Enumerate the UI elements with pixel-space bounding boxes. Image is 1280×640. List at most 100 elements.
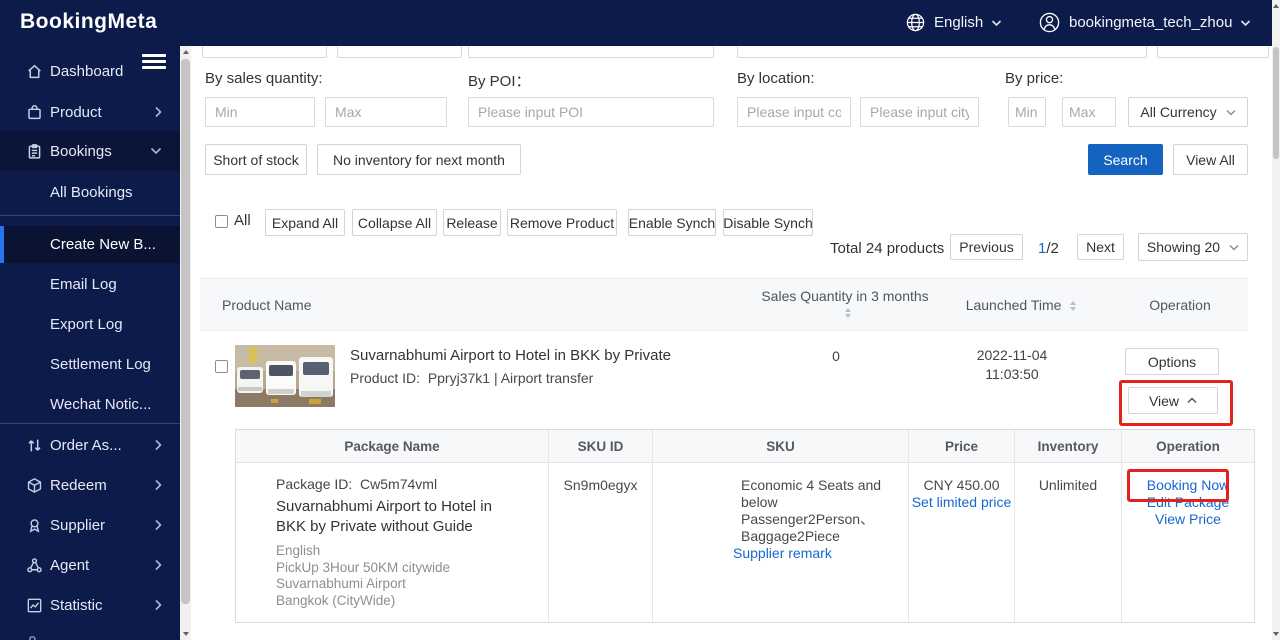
cutoff-input[interactable] <box>337 46 462 58</box>
price-filter-label: By price: <box>1005 70 1063 87</box>
country-input[interactable] <box>737 97 851 127</box>
sidebar-item-supplier[interactable]: Supplier <box>0 509 180 541</box>
home-icon <box>26 63 43 80</box>
medal-icon <box>26 517 43 534</box>
sort-icon[interactable] <box>1070 301 1076 311</box>
search-button[interactable]: Search <box>1088 144 1163 175</box>
chevron-down-icon <box>1229 244 1239 251</box>
no-inventory-button[interactable]: No inventory for next month <box>317 144 521 175</box>
supplier-remark-link[interactable]: Supplier remark <box>733 545 906 562</box>
sidebar-item-order-assistant[interactable]: Order As... <box>0 429 180 461</box>
col-sku-id: SKU ID <box>548 430 652 462</box>
operation-cell: Booking Now Edit Package View Price <box>1121 463 1254 622</box>
sidebar-item-product[interactable]: Product <box>0 96 180 128</box>
sidebar-collapse-icon[interactable] <box>142 54 166 70</box>
price-min-input[interactable] <box>1008 97 1046 127</box>
enable-synch-button[interactable]: Enable Synch <box>628 209 716 236</box>
col-price: Price <box>908 430 1014 462</box>
disable-synch-button[interactable]: Disable Synch <box>723 209 813 236</box>
scroll-down-icon[interactable] <box>1272 629 1280 639</box>
city-input[interactable] <box>860 97 979 127</box>
scrollbar-thumb[interactable] <box>181 59 190 604</box>
sku-desc: Passenger2Person、 <box>741 511 906 528</box>
sidebar-item-agent[interactable]: Agent <box>0 549 180 581</box>
package-title: Suvarnabhumi Airport to Hotel in BKK by … <box>276 497 516 537</box>
remove-product-button[interactable]: Remove Product <box>507 209 617 236</box>
poi-input[interactable] <box>468 97 714 127</box>
app-window: BookingMeta English bookingmeta_tec <box>0 0 1280 640</box>
package-table-row: Package ID: Cw5m74vml Suvarnabhumi Airpo… <box>236 463 1254 622</box>
cutoff-input[interactable] <box>468 46 714 58</box>
options-button[interactable]: Options <box>1125 348 1219 375</box>
cutoff-input[interactable] <box>1157 46 1269 58</box>
sidebar-item-bookings[interactable]: Bookings <box>0 131 180 171</box>
select-all-checkbox[interactable] <box>215 215 228 228</box>
sidebar-item-export-log[interactable]: Export Log <box>0 308 180 340</box>
set-limited-price-link[interactable]: Set limited price <box>909 494 1014 511</box>
scrollbar-thumb[interactable] <box>1273 47 1279 159</box>
page-scrollbar[interactable] <box>1272 0 1280 640</box>
sidebar-item-redeem[interactable]: Redeem <box>0 469 180 501</box>
globe-icon <box>905 12 926 33</box>
col-sku: SKU <box>652 430 908 462</box>
release-button[interactable]: Release <box>443 209 501 236</box>
collapse-all-button[interactable]: Collapse All <box>352 209 437 236</box>
product-table-header: Product Name Sales Quantity in 3 months … <box>200 278 1248 331</box>
person-gear-icon <box>26 634 43 640</box>
product-title: Suvarnabhumi Airport to Hotel in BKK by … <box>350 347 671 364</box>
package-pickup: PickUp 3Hour 50KM citywide <box>276 560 538 577</box>
page-size-select[interactable]: Showing 20 <box>1138 233 1248 261</box>
sidebar-item-email-log[interactable]: Email Log <box>0 268 180 300</box>
booking-now-link[interactable]: Booking Now <box>1122 477 1254 494</box>
package-table: Package Name SKU ID SKU Price Inventory … <box>235 429 1255 623</box>
sidebar-item-wechat-notice[interactable]: Wechat Notic... <box>0 388 180 420</box>
chevron-right-icon <box>154 559 162 571</box>
product-row-checkbox[interactable] <box>215 360 228 373</box>
col-launched-time[interactable]: Launched Time <box>930 297 1112 313</box>
col-operation: Operation <box>1112 297 1248 313</box>
brand-logo-text: BookingMeta <box>20 10 157 33</box>
view-toggle-button[interactable]: View <box>1128 387 1218 414</box>
scroll-up-icon[interactable] <box>180 47 191 57</box>
package-language: English <box>276 543 538 560</box>
expand-all-button[interactable]: Expand All <box>265 209 345 236</box>
sidebar-item-create-new-booking[interactable]: Create New B... <box>0 226 180 263</box>
network-icon <box>26 557 43 574</box>
previous-page-button[interactable]: Previous <box>950 234 1023 260</box>
scroll-down-icon[interactable] <box>180 629 191 639</box>
sidebar-item-statistic[interactable]: Statistic <box>0 589 180 621</box>
sales-min-input[interactable] <box>205 97 315 127</box>
language-switcher[interactable]: English <box>905 12 1002 33</box>
sales-quantity-value: 0 <box>746 348 926 364</box>
sidebar-item-all-bookings[interactable]: All Bookings <box>0 176 180 208</box>
content-scrollbar[interactable] <box>180 46 191 640</box>
short-of-stock-button[interactable]: Short of stock <box>205 144 307 175</box>
poi-filter-label: By POI： <box>468 70 531 91</box>
cutoff-input[interactable] <box>737 46 1147 58</box>
swap-arrows-icon <box>26 437 43 454</box>
sort-icon[interactable] <box>845 308 851 318</box>
view-all-button[interactable]: View All <box>1173 144 1248 175</box>
sidebar-nav: Dashboard Product Bookings All Bookings <box>0 46 180 640</box>
view-price-link[interactable]: View Price <box>1122 511 1254 528</box>
sidebar-divider <box>0 215 180 216</box>
col-sales-quantity[interactable]: Sales Quantity in 3 months <box>755 288 935 320</box>
language-label: English <box>934 14 983 31</box>
total-products-label: Total 24 products <box>830 240 944 257</box>
cutoff-input[interactable] <box>202 46 327 58</box>
edit-package-link[interactable]: Edit Package <box>1122 494 1254 511</box>
user-menu[interactable]: bookingmeta_tech_zhou <box>1038 11 1251 34</box>
next-page-button[interactable]: Next <box>1077 234 1124 260</box>
cube-icon <box>26 477 43 494</box>
top-bar: BookingMeta English bookingmeta_tec <box>0 0 1272 46</box>
sidebar-item-settlement-log[interactable]: Settlement Log <box>0 348 180 380</box>
price-max-input[interactable] <box>1062 97 1116 127</box>
package-name-cell: Package ID: Cw5m74vml Suvarnabhumi Airpo… <box>236 463 548 622</box>
scroll-up-icon[interactable] <box>1272 1 1280 11</box>
col-operation: Operation <box>1121 430 1254 462</box>
sidebar-item-partial[interactable]: ▁▁▁ <box>0 632 180 640</box>
currency-select[interactable]: All Currency <box>1128 97 1248 127</box>
sales-max-input[interactable] <box>325 97 447 127</box>
price-value: CNY 450.00 <box>909 477 1014 494</box>
chevron-down-icon <box>991 19 1002 27</box>
